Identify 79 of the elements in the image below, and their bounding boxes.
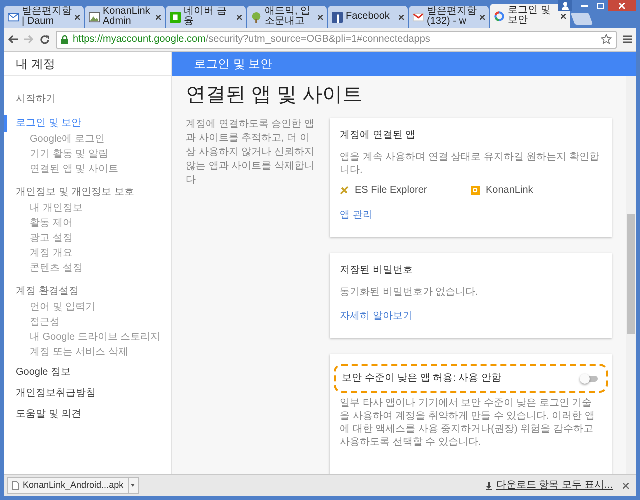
user-button[interactable] — [558, 0, 572, 11]
sidebar-subitem[interactable]: 연결된 앱 및 사이트 — [30, 162, 171, 177]
user-icon — [562, 2, 568, 10]
menu-icon[interactable] — [623, 35, 632, 44]
setting-description: 일부 타사 앱이나 기기에서 보안 수준이 낮은 로그인 기술을 사용하여 계정을 취약하게 만들 수 있습니다. 이러한 앱에 대한 액세스를 사용 중지하거나(권장) 위험을 감수하고 사용하도록 선택할 수 있습니다. — [340, 397, 596, 449]
download-item[interactable]: KonanLink_Android...apk — [7, 477, 129, 494]
sidebar-item[interactable]: 계정 환경설정 — [16, 284, 79, 299]
sidebar-subitem[interactable]: 기기 활동 및 알림 — [30, 147, 171, 162]
page-title: 연결된 앱 및 사이트 — [186, 83, 364, 108]
image-icon — [89, 12, 100, 22]
lock-icon — [61, 34, 69, 44]
cross-icon — [340, 186, 349, 195]
download-menu-button[interactable] — [128, 477, 139, 494]
close-icon[interactable] — [156, 14, 161, 20]
sidebar-subitem[interactable]: Google에 로그인 — [30, 132, 171, 147]
close-icon[interactable] — [561, 14, 566, 18]
card-link[interactable]: 자세히 알아보기 — [340, 309, 413, 324]
header-title: 로그인 및 보안 — [194, 56, 273, 73]
download-icon — [486, 482, 492, 490]
tree-icon — [251, 12, 262, 22]
ring-icon — [494, 10, 505, 22]
browser-tab[interactable]: 받은편지함 | Daum — [4, 6, 84, 28]
sidebar-subitem[interactable]: 계정 개요 — [30, 246, 171, 261]
sidebar-subitem[interactable]: 콘텐츠 설정 — [30, 261, 171, 276]
setting-label: 보안 수준이 낮은 앱 허용: 사용 안함 — [342, 372, 502, 386]
sidebar-item[interactable]: Google 정보 — [16, 365, 72, 380]
browser-tab[interactable]: KonanLink Admin — [85, 6, 165, 28]
card-text: 동기화된 비밀번호가 없습니다. — [340, 286, 480, 299]
app-icon — [471, 186, 480, 195]
card-title: 계정에 연결된 앱 — [340, 129, 417, 143]
address-bar[interactable]: https://myaccount.google.com/security?utm_source=OGB&pli=1#connectedapps — [56, 30, 617, 48]
sidebar-item[interactable]: 도움말 및 의견 — [16, 407, 82, 422]
scrollbar[interactable] — [626, 76, 636, 474]
sidebar-title: 내 계정 — [16, 56, 56, 72]
sidebar-subitem[interactable]: 언어 및 입력기 — [30, 300, 171, 315]
sidebar-item[interactable]: 로그인 및 보안 — [16, 116, 82, 131]
card-title: 저장된 비밀번호 — [340, 264, 414, 278]
sidebar-subitem[interactable]: 활동 제어 — [30, 216, 171, 231]
card-text: 앱을 계속 사용하며 연결 상태로 유지하길 원하는지 확인합니다. — [340, 151, 600, 177]
show-all-downloads-link[interactable]: 다운로드 항목 모두 표시... — [496, 478, 613, 493]
minimize-icon — [580, 4, 588, 6]
tile-icon — [170, 12, 181, 22]
close-icon[interactable] — [399, 14, 404, 20]
url-text: https://myaccount.google.com/security?utm_source=OGB&pli=1#connectedapps — [73, 33, 430, 47]
reload-icon[interactable] — [40, 34, 50, 44]
sidebar-subitem[interactable]: 계정 또는 서비스 삭제 — [30, 345, 171, 360]
close-button[interactable] — [608, 0, 636, 11]
close-icon — [619, 2, 625, 8]
card-link[interactable]: 앱 관리 — [340, 208, 373, 223]
caret-icon — [131, 484, 136, 487]
envelope-icon — [8, 12, 19, 22]
new-tab-button[interactable] — [570, 13, 594, 25]
close-icon[interactable] — [318, 14, 323, 20]
browser-tab[interactable]: 로그인 및 보안 — [490, 4, 570, 28]
tile-icon — [332, 12, 343, 22]
sidebar-subitem[interactable]: 접근성 — [30, 315, 171, 330]
sidebar-item[interactable]: 개인정보 및 개인정보 보호 — [16, 185, 134, 200]
toggle-switch[interactable] — [580, 374, 600, 384]
page-description: 계정에 연결하도록 승인한 앱과 사이트를 추적하고, 더 이상 사용하지 않거나 신뢰하지 않는 앱과 사이트를 삭제합니다 — [186, 118, 316, 188]
browser-tab[interactable]: 받은편지함 (132) - w — [409, 6, 489, 28]
browser-tab[interactable]: Facebook — [328, 6, 408, 28]
close-icon[interactable] — [75, 14, 80, 20]
file-icon — [12, 481, 19, 490]
sidebar-subitem[interactable]: 내 Google 드라이브 스토리지 — [30, 330, 171, 345]
sidebar-subitem[interactable]: 광고 설정 — [30, 231, 171, 246]
sidebar-item[interactable]: 개인정보취급방침 — [16, 386, 96, 401]
sidebar-subitem[interactable]: 내 개인정보 — [30, 201, 171, 216]
back-icon[interactable] — [8, 35, 18, 44]
sidebar-item[interactable]: 시작하기 — [16, 92, 56, 107]
browser-tab[interactable]: 네이버 금융 — [166, 6, 246, 28]
star-icon[interactable] — [601, 34, 612, 45]
close-icon[interactable] — [237, 14, 242, 20]
app-name: KonanLink — [486, 184, 534, 198]
browser-tab[interactable]: 애드믹, 입소문내고 — [247, 6, 327, 28]
app-name: ES File Explorer — [355, 184, 428, 198]
close-icon[interactable] — [480, 14, 485, 20]
maximize-icon — [596, 2, 604, 8]
envelope-icon — [413, 12, 424, 22]
close-icon[interactable] — [623, 482, 629, 488]
